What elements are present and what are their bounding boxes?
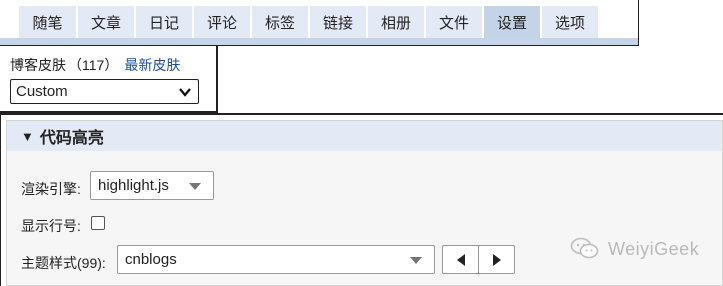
engine-select-value: highlight.js: [98, 177, 169, 194]
skin-label: 博客皮肤: [10, 57, 66, 73]
tab-articles[interactable]: 文章: [78, 6, 134, 38]
tab-files[interactable]: 文件: [426, 6, 482, 38]
tab-bar: 随笔 文章 日记 评论 标签 链接 相册 文件 设置 选项: [0, 0, 639, 46]
tab-diary[interactable]: 日记: [136, 6, 192, 38]
tab-links[interactable]: 链接: [310, 6, 366, 38]
skin-select-value: Custom: [16, 83, 68, 100]
theme-label: 主题样式(99):: [21, 255, 106, 271]
line-numbers-checkbox[interactable]: [91, 216, 105, 230]
skin-count: （117）: [68, 57, 119, 73]
engine-select[interactable]: highlight.js: [90, 171, 214, 200]
line-numbers-label: 显示行号:: [21, 218, 81, 234]
skin-select[interactable]: Custom: [10, 79, 199, 104]
chevron-down-icon: [179, 88, 191, 97]
wechat-icon: [570, 237, 599, 259]
tab-comments[interactable]: 评论: [194, 6, 250, 38]
dropdown-arrow-icon: [189, 183, 201, 190]
tab-tags[interactable]: 标签: [252, 6, 308, 38]
engine-label: 渲染引擎:: [21, 181, 81, 197]
skin-panel: 博客皮肤 （117） 最新皮肤 Custom: [0, 46, 218, 113]
section-header[interactable]: ▼ 代码高亮: [7, 121, 722, 151]
watermark: WeiyiGeek: [570, 236, 699, 262]
latest-skins-link[interactable]: 最新皮肤: [124, 57, 180, 73]
tab-options[interactable]: 选项: [542, 6, 598, 38]
section-title: 代码高亮: [39, 130, 104, 147]
collapse-triangle-icon: ▼: [21, 128, 34, 144]
tab-list: 随笔 文章 日记 评论 标签 链接 相册 文件 设置 选项: [19, 6, 598, 38]
dropdown-arrow-icon: [410, 257, 422, 264]
triangle-left-icon: [456, 253, 465, 266]
theme-select[interactable]: cnblogs: [117, 245, 435, 274]
next-theme-button[interactable]: [478, 246, 514, 273]
tab-posts[interactable]: 随笔: [19, 6, 76, 38]
watermark-text: WeiyiGeek: [608, 238, 700, 259]
skin-label-row: 博客皮肤 （117） 最新皮肤: [10, 55, 180, 75]
triangle-right-icon: [492, 253, 501, 266]
previous-theme-button[interactable]: [443, 246, 478, 273]
tab-settings[interactable]: 设置: [484, 6, 540, 38]
tab-underline: [0, 38, 638, 45]
theme-nav-buttons: [442, 245, 515, 274]
theme-select-value: cnblogs: [125, 251, 177, 268]
tab-albums[interactable]: 相册: [368, 6, 424, 38]
